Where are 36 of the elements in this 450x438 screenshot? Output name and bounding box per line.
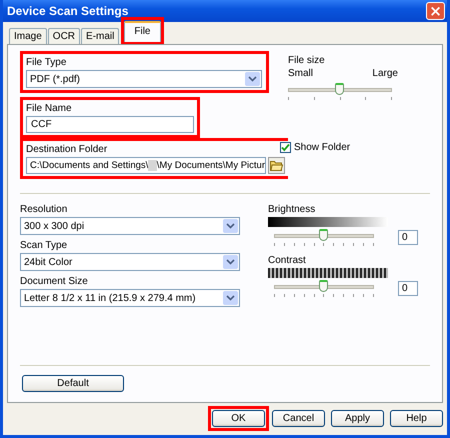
checkbox-label: Show Folder xyxy=(294,142,350,153)
field-label: File Type xyxy=(26,57,68,68)
window-title: Device Scan Settings xyxy=(7,4,128,18)
field-label: Brightness xyxy=(268,204,316,215)
field-label: Contrast xyxy=(268,255,307,266)
slider-thumb[interactable] xyxy=(335,83,344,95)
browse-folder-button[interactable] xyxy=(268,157,285,174)
field-label: Document Size xyxy=(20,276,89,287)
scale-label: Large xyxy=(372,68,398,79)
dropdown[interactable]: 300 x 300 dpi xyxy=(20,217,240,235)
value-field[interactable]: 0 xyxy=(398,281,418,296)
tab[interactable]: Image xyxy=(9,28,47,44)
scale-label: Small xyxy=(288,68,314,79)
dropdown[interactable]: PDF (*.pdf) xyxy=(26,70,262,88)
tab[interactable]: File xyxy=(124,21,160,42)
checkbox[interactable] xyxy=(280,142,291,153)
tab[interactable]: E-mail xyxy=(81,28,120,44)
close-button[interactable]: × xyxy=(426,2,445,20)
input-field[interactable]: CCF xyxy=(26,116,194,133)
field-label: Scan Type xyxy=(20,240,68,251)
dropdown[interactable]: Letter 8 1/2 x 11 in (215.9 x 279.4 mm) xyxy=(20,289,240,307)
input-field[interactable]: C:\Documents and Settings\ \My Documents\My Pictur xyxy=(26,157,266,174)
slider-thumb[interactable] xyxy=(319,229,328,241)
field-label: File Name xyxy=(26,103,73,114)
value-field[interactable]: 0 xyxy=(398,230,418,245)
tab[interactable]: OCR xyxy=(48,28,80,44)
field-label: Destination Folder xyxy=(26,144,108,155)
dialog-button[interactable]: Apply xyxy=(331,410,384,426)
dialog-button[interactable]: OK xyxy=(212,410,265,426)
dialog-button[interactable]: Help xyxy=(390,410,443,426)
default-button[interactable]: Default xyxy=(22,375,124,392)
dropdown[interactable]: 24bit Color xyxy=(20,253,240,271)
dialog-button[interactable]: Cancel xyxy=(272,410,325,426)
field-label: File size xyxy=(288,55,326,66)
slider-thumb[interactable] xyxy=(319,280,328,292)
field-label: Resolution xyxy=(20,204,68,215)
